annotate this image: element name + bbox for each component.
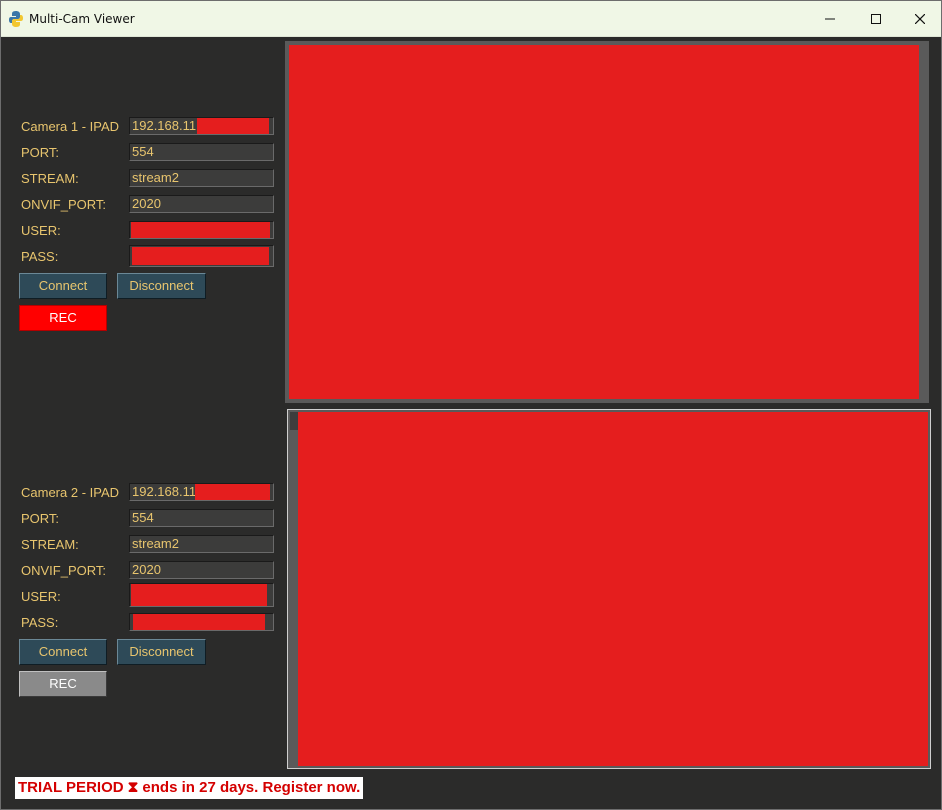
- redacted-block: [131, 222, 270, 238]
- camera2-pass-label: PASS:: [21, 615, 59, 630]
- camera2-port-label: PORT:: [21, 511, 60, 526]
- camera1-stream-field[interactable]: stream2: [129, 169, 274, 187]
- camera1-stream-label: STREAM:: [21, 171, 79, 186]
- maximize-icon: [871, 13, 881, 24]
- camera1-rec-button[interactable]: REC: [19, 305, 107, 331]
- camera2-onvif-value: 2020: [132, 562, 161, 577]
- app-window: Multi-Cam Viewer Camera 1 - IPAD 192.168…: [0, 0, 942, 810]
- camera2-pass-field[interactable]: [129, 613, 274, 631]
- maximize-button[interactable]: [853, 1, 899, 36]
- minimize-icon: [825, 18, 835, 19]
- camera1-port-field[interactable]: 554: [129, 143, 274, 161]
- camera2-ip-value: 192.168.11: [132, 484, 197, 499]
- camera2-onvif-label: ONVIF_PORT:: [21, 563, 107, 578]
- camera2-stream-label: STREAM:: [21, 537, 79, 552]
- camera1-user-field[interactable]: [129, 221, 274, 239]
- camera1-port-label: PORT:: [21, 145, 60, 160]
- redacted-block: [197, 118, 269, 134]
- redacted-video-area: [298, 412, 928, 766]
- camera1-connect-button[interactable]: Connect: [19, 273, 107, 299]
- camera1-stream-value: stream2: [132, 170, 179, 185]
- camera1-video-feed: [285, 41, 929, 403]
- redacted-block: [133, 614, 265, 630]
- camera2-disconnect-button[interactable]: Disconnect: [117, 639, 206, 665]
- redacted-block: [131, 584, 267, 606]
- camera1-ip-value: 192.168.11: [132, 118, 197, 133]
- camera2-video-feed: [287, 409, 931, 769]
- camera1-onvif-value: 2020: [132, 196, 161, 211]
- camera2-port-field[interactable]: 554: [129, 509, 274, 527]
- trial-banner[interactable]: TRIAL PERIOD ⧗ ends in 27 days. Register…: [15, 777, 364, 799]
- camera1-disconnect-button[interactable]: Disconnect: [117, 273, 206, 299]
- camera1-user-label: USER:: [21, 223, 61, 238]
- camera1-label: Camera 1 - IPAD: [21, 119, 120, 134]
- camera1-port-value: 554: [132, 144, 154, 159]
- camera2-rec-button[interactable]: REC: [19, 671, 107, 697]
- camera2-onvif-field[interactable]: 2020: [129, 561, 274, 579]
- camera2-stream-value: stream2: [132, 536, 179, 551]
- redacted-block: [195, 484, 270, 500]
- redacted-video-area: [289, 45, 919, 399]
- title-bar[interactable]: Multi-Cam Viewer: [1, 1, 941, 37]
- camera2-user-label: USER:: [21, 589, 61, 604]
- redacted-block: [132, 247, 269, 265]
- camera2-ip-field[interactable]: 192.168.11: [129, 483, 274, 501]
- camera2-stream-field[interactable]: stream2: [129, 535, 274, 553]
- camera2-user-field[interactable]: [129, 583, 274, 607]
- camera2-connect-button[interactable]: Connect: [19, 639, 107, 665]
- camera2-port-value: 554: [132, 510, 154, 525]
- window-title: Multi-Cam Viewer: [29, 12, 135, 26]
- camera2-label: Camera 2 - IPAD: [21, 485, 120, 500]
- camera1-onvif-field[interactable]: 2020: [129, 195, 274, 213]
- camera1-pass-field[interactable]: [129, 245, 274, 267]
- camera1-pass-label: PASS:: [21, 249, 59, 264]
- python-icon: [9, 11, 23, 27]
- camera1-onvif-label: ONVIF_PORT:: [21, 197, 107, 212]
- close-button[interactable]: [897, 1, 942, 36]
- camera1-ip-field[interactable]: 192.168.11: [129, 117, 274, 135]
- minimize-button[interactable]: [807, 1, 853, 36]
- close-icon: [915, 13, 925, 24]
